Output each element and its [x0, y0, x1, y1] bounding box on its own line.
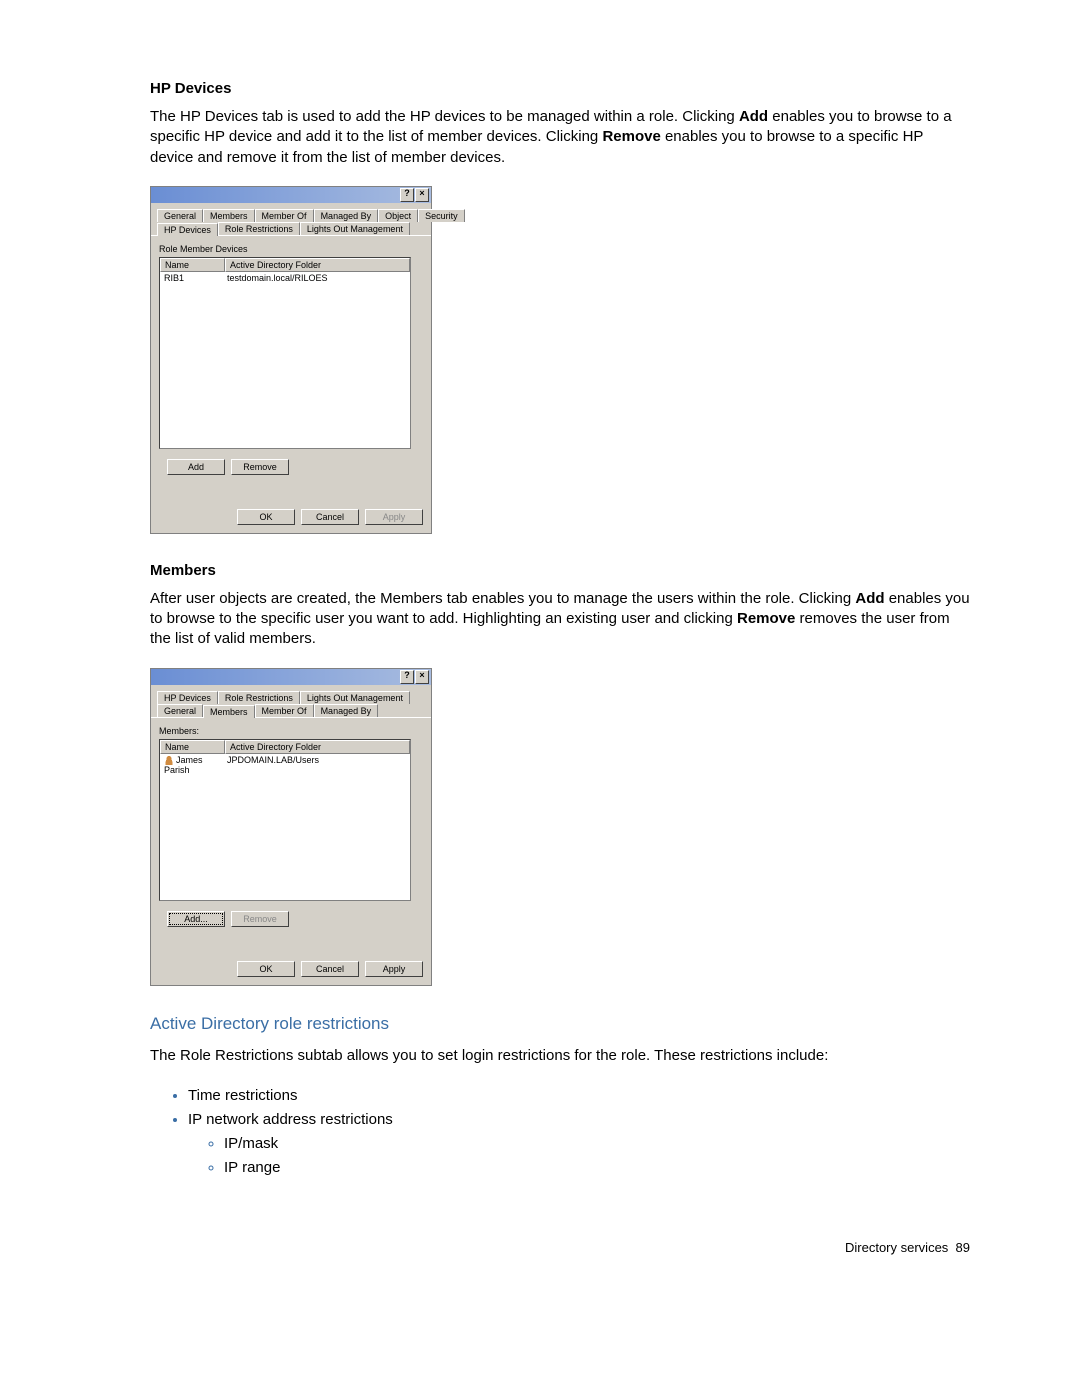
group-label: Members:	[159, 726, 423, 736]
tab-security[interactable]: Security	[418, 209, 465, 222]
cell-name: James Parish	[160, 755, 223, 776]
tab-members[interactable]: Members	[203, 209, 255, 222]
column-name[interactable]: Name	[160, 740, 225, 754]
sub-list: IP/mask IP range	[188, 1132, 970, 1180]
ad-role-restrictions-paragraph: The Role Restrictions subtab allows you …	[150, 1046, 970, 1066]
add-button[interactable]: Add...	[167, 911, 225, 927]
list-item[interactable]: RIB1 testdomain.local/RILOES	[160, 272, 410, 284]
tab-role-restrictions[interactable]: Role Restrictions	[218, 222, 300, 235]
cancel-button[interactable]: Cancel	[301, 509, 359, 525]
list-item[interactable]: James Parish JPDOMAIN.LAB/Users	[160, 754, 410, 777]
titlebar: ? ×	[151, 187, 431, 203]
user-icon	[164, 755, 174, 765]
ad-role-restrictions-heading: Active Directory role restrictions	[150, 1014, 970, 1034]
tab-role-restrictions[interactable]: Role Restrictions	[218, 691, 300, 704]
cell-folder: JPDOMAIN.LAB/Users	[223, 755, 410, 776]
apply-button[interactable]: Apply	[365, 509, 423, 525]
hp-devices-heading: HP Devices	[150, 80, 970, 97]
text: IP network address restrictions	[188, 1111, 393, 1128]
text: The HP Devices tab is used to add the HP…	[150, 108, 739, 125]
members-paragraph: After user objects are created, the Memb…	[150, 589, 970, 650]
tab-general[interactable]: General	[157, 209, 203, 222]
tab-members[interactable]: Members	[203, 705, 255, 718]
apply-button[interactable]: Apply	[365, 961, 423, 977]
bold-remove: Remove	[602, 128, 660, 145]
list-item: IP network address restrictions IP/mask …	[188, 1108, 970, 1180]
ok-button[interactable]: OK	[237, 509, 295, 525]
bold-add: Add	[739, 108, 768, 125]
hp-devices-dialog: ? × General Members Member Of Managed By…	[150, 186, 432, 534]
column-folder[interactable]: Active Directory Folder	[225, 258, 410, 272]
close-button[interactable]: ×	[415, 188, 429, 202]
tab-hp-devices[interactable]: HP Devices	[157, 691, 218, 704]
text: After user objects are created, the Memb…	[150, 590, 855, 607]
tab-managed-by[interactable]: Managed By	[314, 704, 379, 717]
footer-text: Directory services	[845, 1240, 948, 1255]
cell-folder: testdomain.local/RILOES	[223, 273, 410, 283]
role-member-devices-list[interactable]: Name Active Directory Folder RIB1 testdo…	[159, 257, 411, 449]
tab-hp-devices[interactable]: HP Devices	[157, 223, 218, 236]
list-item: IP/mask	[224, 1132, 970, 1156]
column-name[interactable]: Name	[160, 258, 225, 272]
help-button[interactable]: ?	[400, 188, 414, 202]
remove-button: Remove	[231, 911, 289, 927]
members-heading: Members	[150, 562, 970, 579]
bold-add: Add	[855, 590, 884, 607]
members-list[interactable]: Name Active Directory Folder James Paris…	[159, 739, 411, 901]
help-button[interactable]: ?	[400, 670, 414, 684]
remove-button[interactable]: Remove	[231, 459, 289, 475]
members-dialog: ? × HP Devices Role Restrictions Lights …	[150, 668, 432, 986]
titlebar: ? ×	[151, 669, 431, 685]
tab-member-of[interactable]: Member Of	[255, 209, 314, 222]
bold-remove: Remove	[737, 610, 795, 627]
tab-general[interactable]: General	[157, 704, 203, 717]
ok-button[interactable]: OK	[237, 961, 295, 977]
add-button[interactable]: Add	[167, 459, 225, 475]
group-label: Role Member Devices	[159, 244, 423, 254]
page-footer: Directory services 89	[150, 1240, 970, 1255]
list-item: Time restrictions	[188, 1084, 970, 1108]
close-button[interactable]: ×	[415, 670, 429, 684]
tab-managed-by[interactable]: Managed By	[314, 209, 379, 222]
column-folder[interactable]: Active Directory Folder	[225, 740, 410, 754]
cancel-button[interactable]: Cancel	[301, 961, 359, 977]
page-number: 89	[956, 1240, 970, 1255]
tab-member-of[interactable]: Member Of	[255, 704, 314, 717]
list-item: IP range	[224, 1156, 970, 1180]
tab-lights-out-management[interactable]: Lights Out Management	[300, 222, 410, 235]
restrictions-list: Time restrictions IP network address res…	[150, 1084, 970, 1180]
cell-name: RIB1	[160, 273, 223, 283]
tab-lights-out-management[interactable]: Lights Out Management	[300, 691, 410, 704]
hp-devices-paragraph: The HP Devices tab is used to add the HP…	[150, 107, 970, 168]
tab-object[interactable]: Object	[378, 209, 418, 222]
